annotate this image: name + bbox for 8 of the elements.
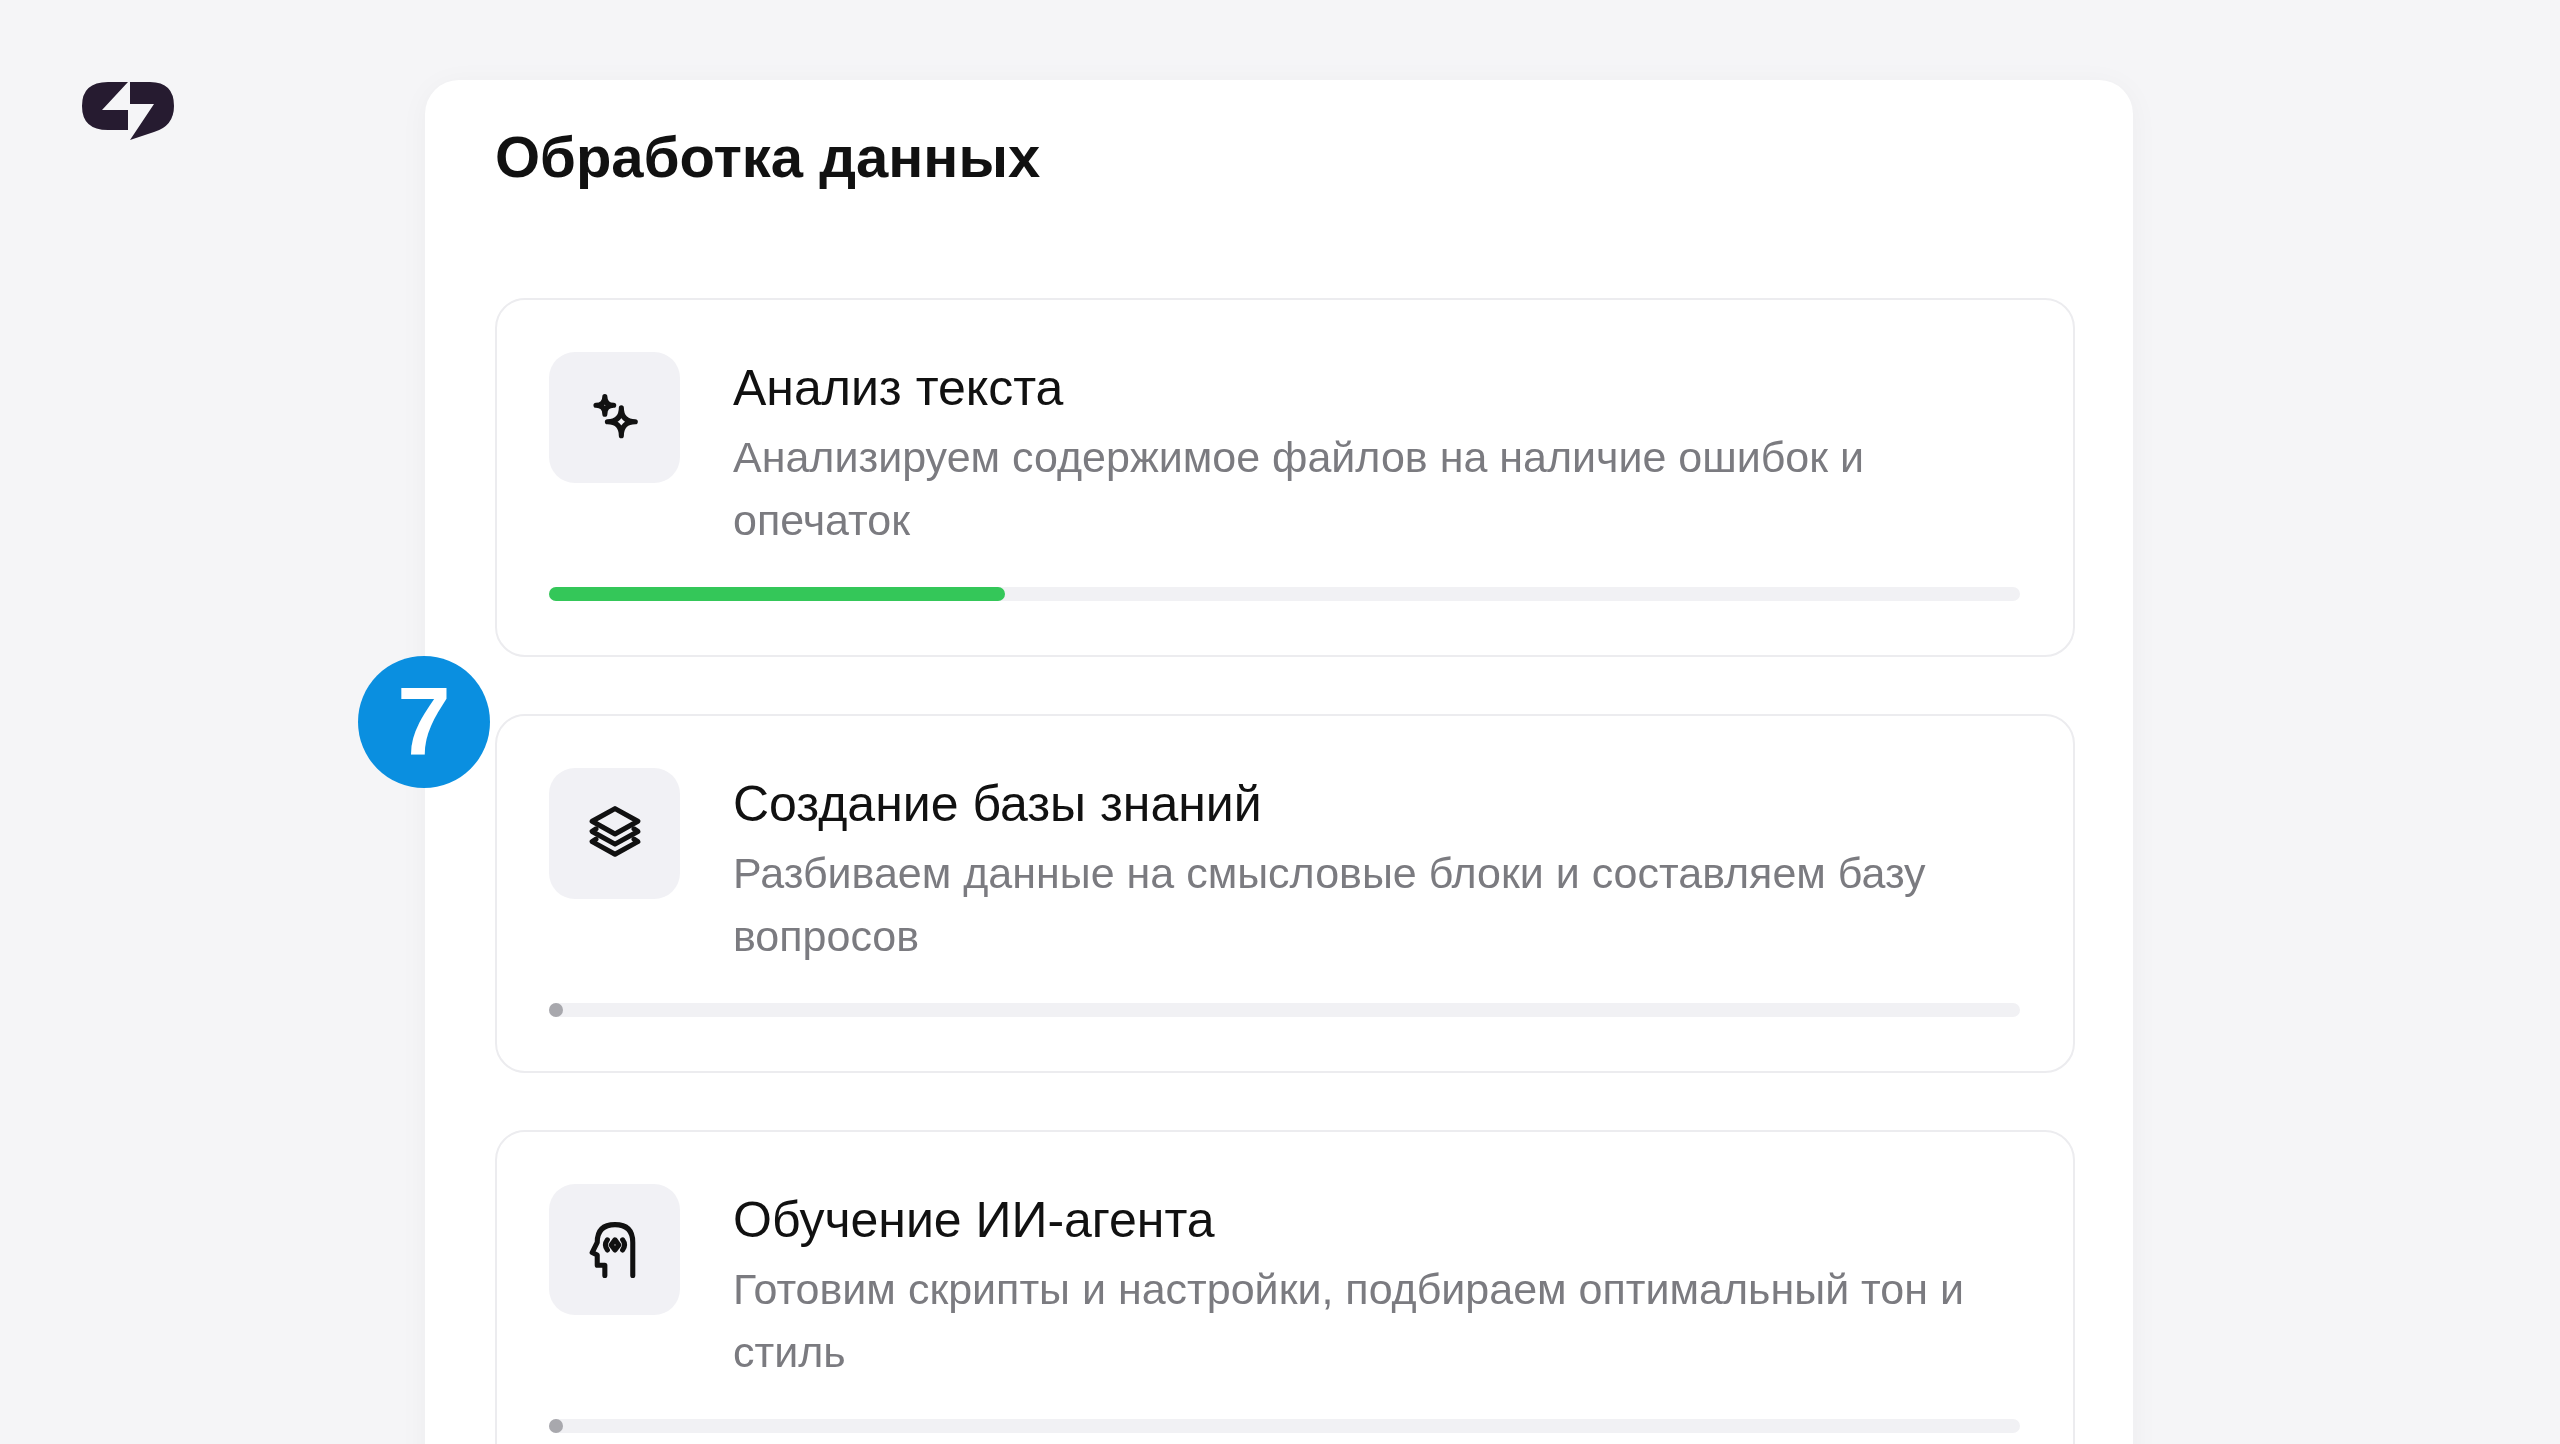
step-title: Создание базы знаний [733, 775, 1263, 834]
step-description: Готовим скрипты и настройки, подбираем оптимальный тон и стиль [733, 1264, 1965, 1378]
step-description: Разбиваем данные на смысловые блоки и составляем базу вопросов [733, 848, 1927, 962]
step-title: Обучение ИИ-агента [733, 1191, 1216, 1250]
step-title: Анализ текста [733, 359, 1065, 418]
step-description: Анализируем содержимое файлов на наличие ошибок и опечаток [733, 432, 1866, 546]
step-number-badge: 7 [358, 656, 490, 788]
panel-title: Обработка данных [495, 123, 1042, 191]
